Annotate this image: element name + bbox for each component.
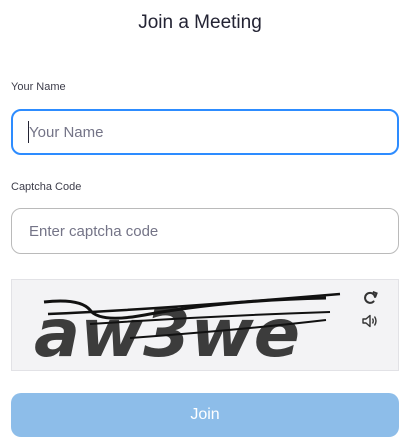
name-label: Your Name	[11, 81, 66, 93]
speaker-icon[interactable]	[360, 311, 380, 331]
join-button[interactable]: Join	[11, 393, 399, 437]
captcha-input[interactable]	[11, 208, 399, 254]
text-cursor	[28, 121, 29, 143]
captcha-panel: aw3we	[11, 279, 399, 371]
name-input[interactable]	[11, 109, 399, 155]
captcha-label: Captcha Code	[11, 181, 82, 193]
page-title: Join a Meeting	[138, 12, 262, 33]
refresh-icon[interactable]	[360, 288, 380, 308]
captcha-image: aw3we	[34, 292, 341, 370]
